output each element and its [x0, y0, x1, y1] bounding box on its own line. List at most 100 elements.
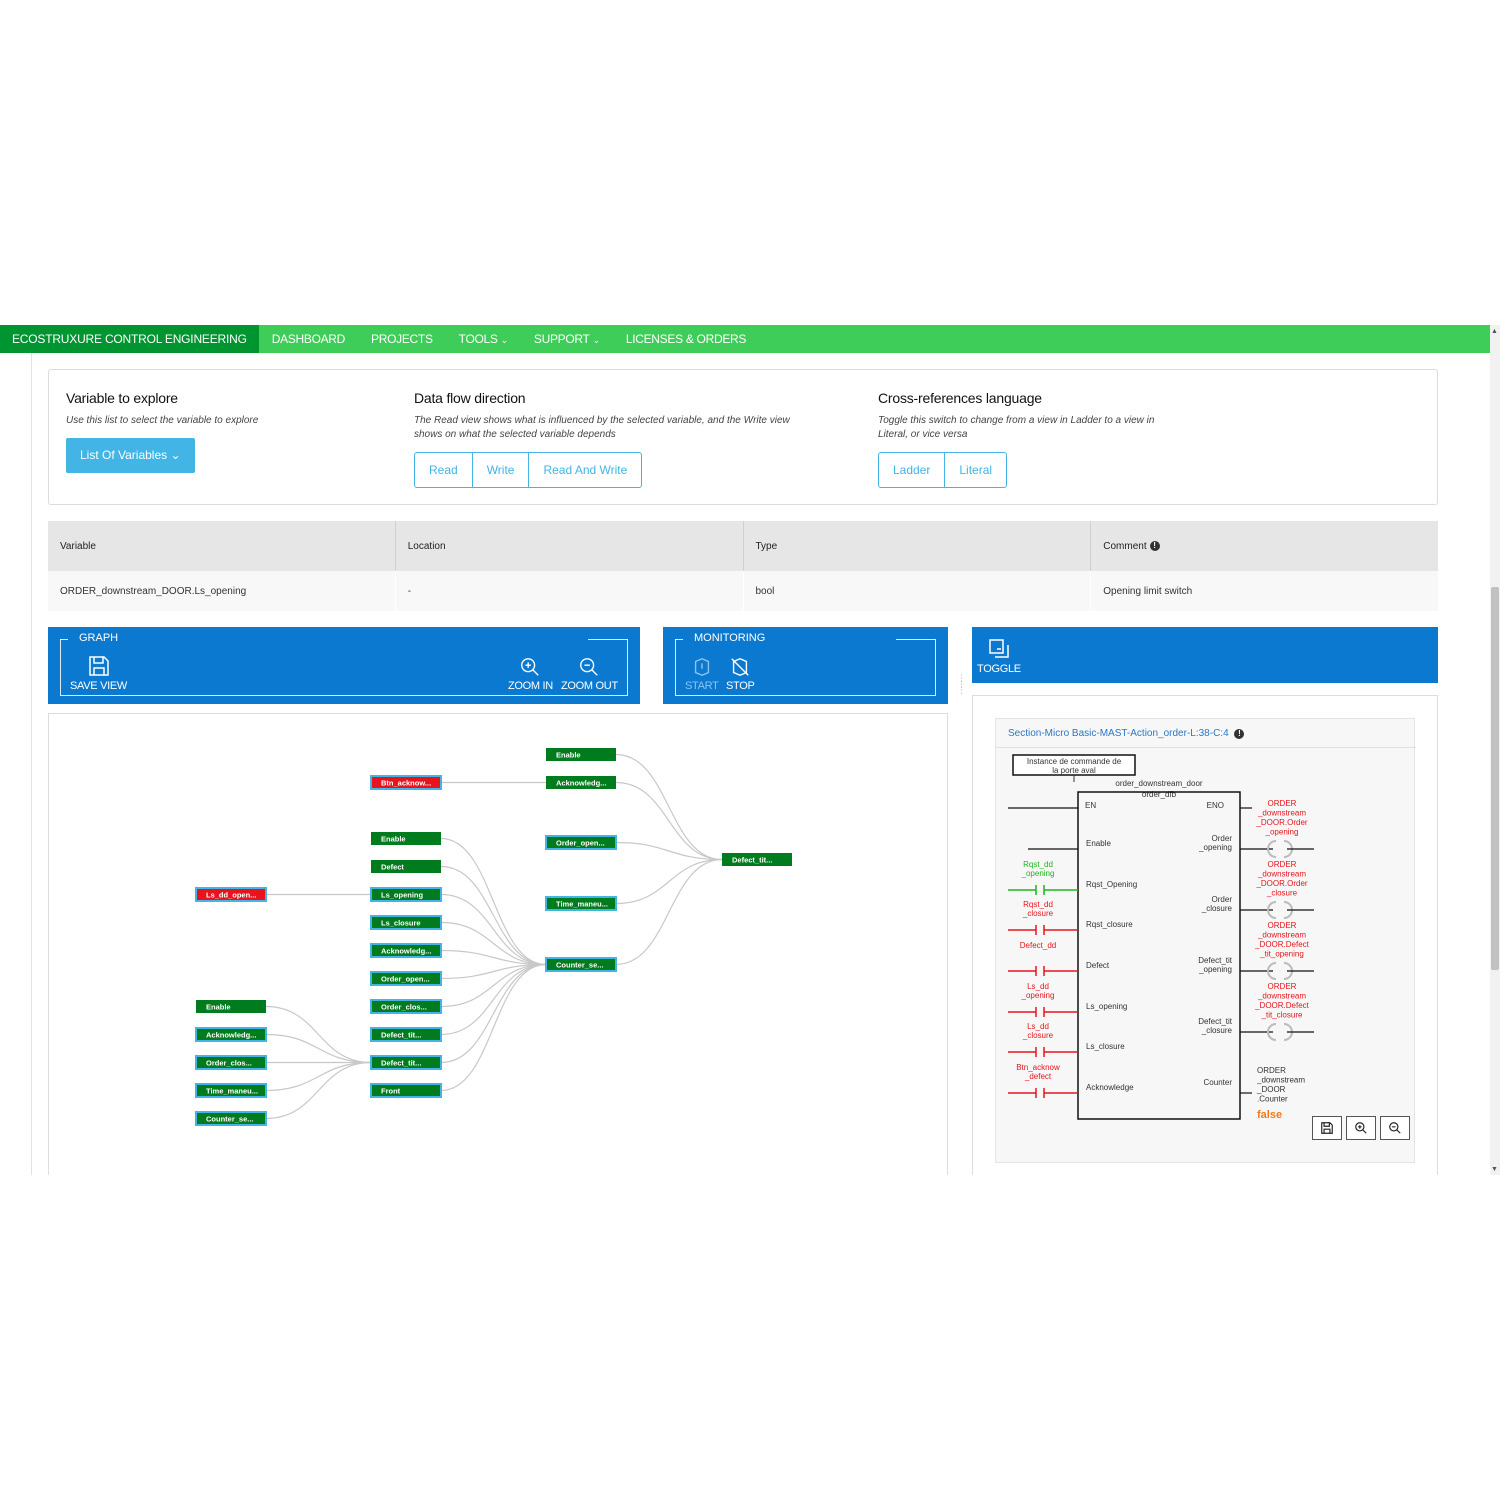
zoom-out-icon	[580, 658, 599, 676]
graph-edge	[440, 865, 547, 966]
column-header-location[interactable]: Location	[396, 521, 744, 571]
start-monitoring-button[interactable]: START	[685, 656, 719, 692]
nav-projects[interactable]: PROJECTS	[358, 325, 446, 353]
graph-node-label: Btn_acknow...	[381, 779, 431, 788]
panel-resize-handle[interactable]: ⋮ ⋮ ⋮	[957, 674, 966, 701]
read-and-write-button[interactable]: Read And Write	[529, 453, 641, 487]
graph-node-label: Defect_tit...	[381, 1031, 421, 1040]
graph-node[interactable]: Counter_se...	[195, 1111, 267, 1126]
data-flow-section: Data flow direction The Read view shows …	[414, 390, 790, 488]
graph-edge	[615, 781, 723, 861]
graph-node[interactable]: Enable	[196, 1000, 266, 1013]
output-variable-label: ORDER _downstream _DOOR.Order _opening	[1255, 799, 1307, 837]
dependency-graph[interactable]: Enable Acknowledg... Btn_acknow... Order_op…	[48, 713, 948, 1175]
graph-edge	[615, 858, 723, 905]
frame-edge	[60, 639, 68, 640]
write-button[interactable]: Write	[473, 453, 530, 487]
table-row[interactable]: ORDER_downstream_DOOR.Ls_opening - bool …	[48, 571, 1438, 611]
desc-line: Literal, or vice versa	[878, 429, 968, 440]
graph-nodes: Enable Acknowledg... Btn_acknow... Order_op…	[195, 748, 792, 1126]
frame-edge	[896, 639, 936, 640]
output-variable-label: ORDER _downstream _DOOR.Order _closure	[1255, 860, 1307, 898]
header-label: Type	[755, 540, 778, 552]
nav-dashboard[interactable]: DASHBOARD	[259, 325, 358, 353]
page-scrollbar[interactable]: ▲ ▼	[1490, 325, 1500, 1175]
scroll-thumb[interactable]	[1491, 587, 1499, 970]
literal-button[interactable]: Literal	[945, 453, 1006, 487]
graph-node-label: Time_maneu...	[556, 900, 608, 909]
save-view-label: SAVE VIEW	[70, 680, 127, 692]
info-icon[interactable]: !	[1234, 729, 1245, 739]
graph-node-label: Order_clos...	[381, 1003, 427, 1012]
graph-node[interactable]: Front	[370, 1083, 442, 1098]
graph-node[interactable]: Ls_dd_open...	[195, 887, 267, 902]
graph-edge	[440, 963, 547, 1092]
stop-monitoring-button[interactable]: STOP	[726, 656, 755, 692]
graph-node[interactable]: Enable	[546, 748, 616, 761]
graph-node[interactable]: Defect	[371, 860, 441, 873]
header-label: Variable	[60, 540, 96, 552]
graph-canvas[interactable]: Enable Acknowledg... Btn_acknow... Order_op…	[49, 714, 947, 1175]
nav-licenses[interactable]: LICENSES & ORDERS	[613, 325, 759, 353]
graph-node[interactable]: Ls_opening	[370, 887, 442, 902]
scroll-down-icon[interactable]: ▼	[1491, 1166, 1498, 1173]
column-header-variable[interactable]: Variable	[48, 521, 396, 571]
graph-node[interactable]: Enable	[371, 832, 441, 845]
app-window: ECOSTRUXURE CONTROL ENGINEERING DASHBOAR…	[0, 325, 1500, 1175]
read-button[interactable]: Read	[415, 453, 473, 487]
graph-node[interactable]: Time_maneu...	[545, 896, 617, 911]
graph-node[interactable]: Time_maneu...	[195, 1083, 267, 1098]
list-of-variables-button[interactable]: List Of Variables ⌄	[66, 438, 195, 473]
ladder-zoom-out-button[interactable]	[1380, 1116, 1410, 1140]
graph-node-label: Order_open...	[381, 975, 430, 984]
graph-edge	[265, 1061, 372, 1092]
desc-line: Toggle this switch to change from a view…	[878, 415, 1155, 426]
ladder-button[interactable]: Ladder	[879, 453, 946, 487]
input-pin-label: Enable	[1086, 839, 1111, 848]
graph-edge	[440, 893, 547, 966]
graph-node[interactable]: Defect_tit...	[370, 1027, 442, 1042]
info-icon[interactable]: !	[1149, 541, 1160, 551]
graph-node[interactable]: Order_clos...	[370, 999, 442, 1014]
zoom-in-icon	[521, 658, 540, 676]
nav-support[interactable]: SUPPORT ⌄	[521, 325, 613, 353]
desc-line: shows on what the selected variable depe…	[414, 429, 616, 440]
input-pin-label: Acknowledge	[1086, 1083, 1134, 1092]
nav-support-label: SUPPORT	[533, 332, 590, 346]
graph-node-label: Defect_tit...	[381, 1059, 421, 1068]
zoom-in-button[interactable]: ZOOM IN	[508, 656, 553, 692]
graph-node[interactable]: Order_clos...	[195, 1055, 267, 1070]
graph-node[interactable]: Order_open...	[545, 835, 617, 850]
graph-node[interactable]: Defect_tit...	[370, 1055, 442, 1070]
save-icon	[88, 656, 109, 676]
graph-node[interactable]: Defect_tit...	[722, 853, 792, 866]
brand-link[interactable]: ECOSTRUXURE CONTROL ENGINEERING	[0, 325, 259, 353]
graph-node[interactable]: Btn_acknow...	[370, 775, 442, 790]
graph-node[interactable]: Ls_closure	[370, 915, 442, 930]
graph-node-label: Ls_opening	[381, 891, 424, 900]
graph-node[interactable]: Acknowledg...	[546, 776, 616, 789]
ladder-zoom-in-button[interactable]	[1346, 1116, 1376, 1140]
graph-node-label: Ls_dd_open...	[206, 891, 256, 900]
output-pin-label: Counter	[1204, 1078, 1233, 1087]
toggle-button[interactable]: TOGGLE	[977, 637, 1021, 675]
column-header-comment[interactable]: Comment!	[1091, 521, 1438, 571]
ladder-section-title[interactable]: Section-Micro Basic-MAST-Action_order-L:…	[1008, 728, 1245, 739]
save-view-button[interactable]: SAVE VIEW	[70, 654, 127, 692]
section-title: Variable to explore	[66, 390, 178, 406]
ladder-save-button[interactable]	[1312, 1116, 1342, 1140]
output-variable-label: ORDER _downstream _DOOR.Defect _tit_closure	[1254, 982, 1310, 1020]
monitor-start-icon	[694, 658, 709, 676]
graph-node[interactable]: Acknowledg...	[370, 943, 442, 958]
output-pin-label: Defect_tit _closure	[1198, 1017, 1233, 1035]
input-pin-label: Ls_opening	[1086, 1002, 1127, 1011]
zoom-out-button[interactable]: ZOOM OUT	[561, 656, 618, 692]
graph-node[interactable]: Order_open...	[370, 971, 442, 986]
graph-node[interactable]: Counter_se...	[545, 957, 617, 972]
column-header-type[interactable]: Type	[744, 521, 1092, 571]
nav-tools[interactable]: TOOLS ⌄	[446, 325, 521, 353]
graph-edge	[615, 858, 723, 966]
scroll-up-icon[interactable]: ▲	[1491, 328, 1498, 335]
graph-node-label: Defect	[381, 863, 404, 872]
graph-node[interactable]: Acknowledg...	[195, 1027, 267, 1042]
